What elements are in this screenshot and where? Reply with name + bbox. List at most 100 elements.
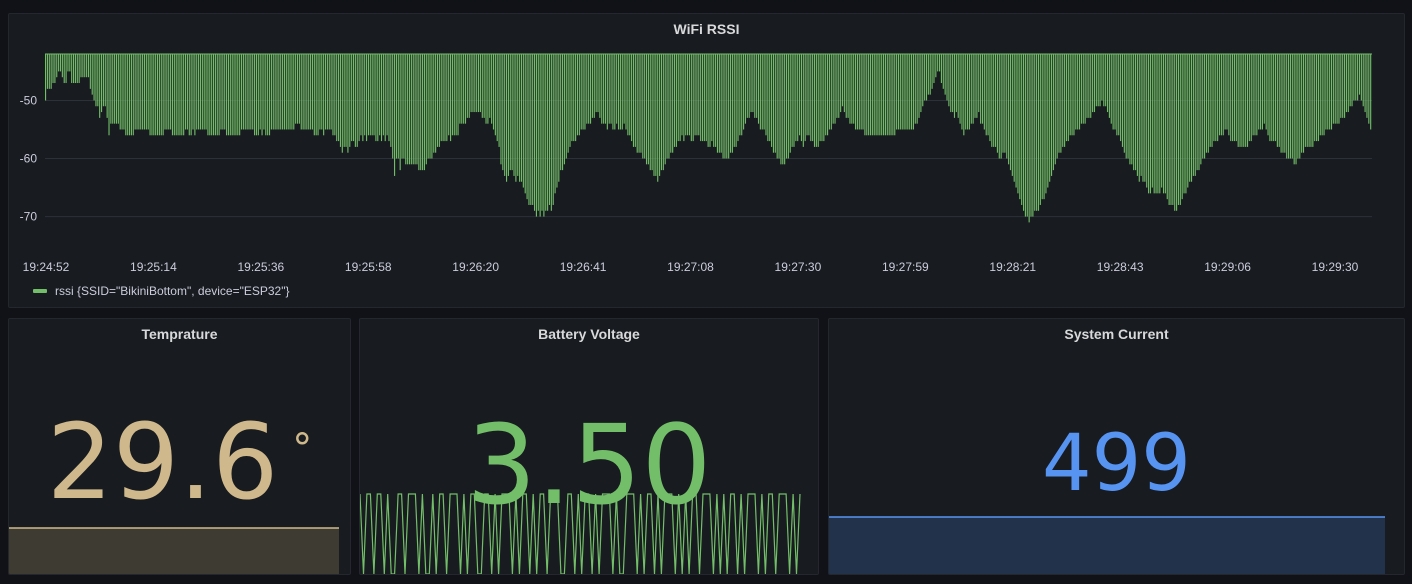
rssi-bar	[729, 54, 732, 153]
rssi-bar	[336, 54, 338, 142]
rssi-bar	[1116, 54, 1118, 136]
rssi-bar	[726, 54, 728, 159]
rssi-bar	[701, 54, 704, 142]
rssi-bar	[548, 54, 551, 205]
rssi-bar	[520, 54, 523, 182]
rssi-bar	[840, 54, 842, 113]
rssi-bar	[763, 54, 765, 130]
rssi-bar	[356, 54, 358, 147]
rssi-bar	[621, 54, 623, 130]
rssi-bar	[455, 54, 457, 136]
rssi-bar	[664, 54, 666, 165]
rssi-bar	[1254, 54, 1256, 136]
rssi-bar	[571, 54, 573, 142]
rssi-bar	[855, 54, 857, 130]
rssi-bar	[1286, 54, 1288, 159]
rssi-bar	[1235, 54, 1237, 142]
rssi-bar	[317, 54, 319, 136]
rssi-bar	[270, 54, 272, 130]
system-current-value: 499	[1042, 419, 1191, 509]
rssi-bar	[324, 54, 327, 130]
rssi-bar	[274, 54, 276, 130]
rssi-bar	[237, 54, 239, 136]
current-spark-fill	[829, 517, 1385, 574]
rssi-bar	[724, 54, 726, 159]
rssi-bar	[1036, 54, 1038, 211]
rssi-bar	[352, 54, 355, 142]
rssi-bar	[1196, 54, 1198, 171]
rssi-bar	[526, 54, 528, 200]
rssi-bar	[720, 54, 722, 153]
rssi-bar	[1067, 54, 1069, 142]
rssi-bar	[543, 54, 545, 217]
rssi-bar	[1351, 54, 1353, 107]
rssi-bar	[563, 54, 565, 165]
rssi-bar	[603, 54, 605, 124]
rssi-bar	[1200, 54, 1202, 165]
rssi-bar	[1168, 54, 1170, 205]
rssi-bar	[136, 54, 138, 130]
rssi-bar	[257, 54, 259, 136]
temperature-value: 29.6 °	[9, 401, 350, 523]
rssi-bar	[1209, 54, 1211, 147]
rssi-bar	[267, 54, 269, 136]
rssi-bar	[1205, 54, 1208, 153]
rssi-bar	[879, 54, 881, 136]
rssi-bar	[952, 54, 954, 113]
rssi-bar	[806, 54, 808, 136]
rssi-bar	[914, 54, 916, 124]
rssi-bar	[188, 54, 190, 136]
rssi-bar	[1041, 54, 1043, 200]
rssi-bar	[1271, 54, 1273, 142]
rssi-bar	[306, 54, 308, 130]
rssi-bar	[692, 54, 694, 142]
temperature-spark-fill	[9, 528, 339, 574]
rssi-bar	[1370, 54, 1372, 130]
legend-label[interactable]: rssi {SSID="BikiniBottom", device="ESP32…	[55, 284, 289, 298]
rssi-bar	[1241, 54, 1243, 147]
rssi-bar	[388, 54, 390, 142]
panel-title[interactable]: Battery Voltage	[360, 326, 818, 342]
rssi-bar	[246, 54, 248, 130]
rssi-bar	[48, 54, 50, 89]
rssi-bar	[976, 54, 978, 118]
rssi-bar	[834, 54, 836, 124]
rssi-bar	[140, 54, 142, 130]
rssi-bar	[50, 54, 52, 89]
rssi-bar	[386, 54, 388, 136]
rssi-bar	[750, 54, 752, 113]
rssi-bar	[922, 54, 924, 107]
rssi-bar	[1202, 54, 1204, 159]
rssi-bar	[110, 54, 112, 124]
rssi-bar	[731, 54, 733, 153]
legend-swatch[interactable]	[33, 289, 47, 293]
rssi-bar	[981, 54, 984, 124]
rssi-bar	[1043, 54, 1045, 200]
rssi-bar	[578, 54, 580, 136]
rssi-bar	[408, 54, 411, 165]
panel-title[interactable]: Temprature	[9, 326, 350, 342]
rssi-bar	[74, 54, 76, 84]
rssi-bar	[610, 54, 612, 124]
rssi-bar	[198, 54, 200, 130]
rssi-bar	[1164, 54, 1166, 194]
rssi-bar	[933, 54, 935, 84]
rssi-bar	[160, 54, 162, 136]
rssi-bar	[1295, 54, 1297, 165]
rssi-bar	[240, 54, 243, 130]
rssi-bar	[1161, 54, 1163, 188]
rssi-bar	[716, 54, 719, 153]
rssi-bar	[1329, 54, 1331, 130]
rssi-bar	[1265, 54, 1267, 130]
rssi-bar	[1060, 54, 1062, 153]
rssi-bar	[341, 54, 343, 153]
rssi-bar	[614, 54, 616, 130]
rssi-bar	[886, 54, 888, 136]
rssi-bar	[263, 54, 265, 130]
rssi-bar	[769, 54, 771, 142]
rssi-bar	[828, 54, 831, 130]
rssi-bar	[117, 54, 119, 124]
panel-title[interactable]: System Current	[829, 326, 1404, 342]
rssi-bar	[963, 54, 965, 136]
rssi-bar	[1054, 54, 1056, 165]
